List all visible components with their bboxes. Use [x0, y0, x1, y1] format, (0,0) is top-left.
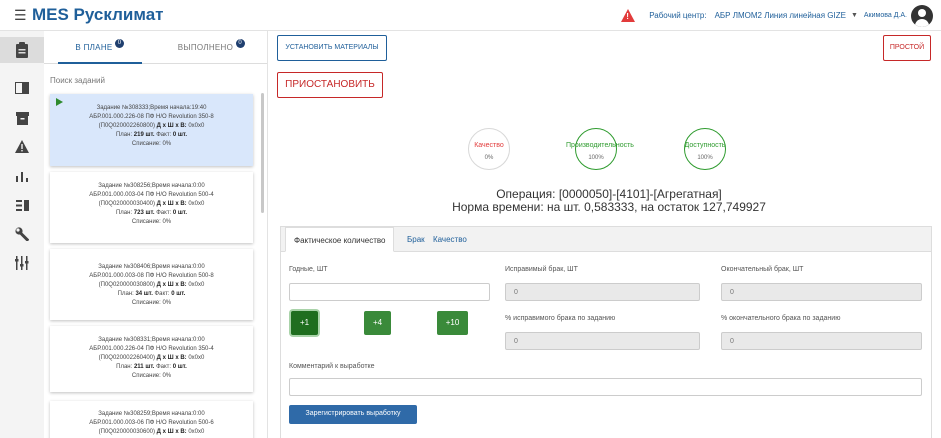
task-search-input[interactable]: Поиск заданий	[50, 76, 267, 85]
list-icon	[15, 199, 29, 211]
good-quantity-input[interactable]	[289, 283, 490, 301]
task-list-scrollbar[interactable]	[261, 93, 264, 213]
page-icon	[15, 82, 29, 94]
workcenter-label: Рабочий центр:	[649, 11, 707, 20]
sidebar-item-alerts[interactable]	[0, 133, 44, 159]
clipboard-icon	[16, 42, 28, 58]
warning-icon[interactable]: !	[621, 9, 636, 22]
performance-gauge-label: Производительность	[566, 142, 634, 149]
equalizer-icon	[15, 256, 29, 270]
quality-gauge-value: 0%	[484, 155, 494, 161]
good-quantity-label: Годные, ШТ	[289, 266, 328, 273]
time-norm: Норма времени: на шт. 0,583333, на остат…	[452, 200, 766, 214]
wrench-icon	[15, 227, 29, 241]
tab-actual-quantity[interactable]: Фактическое количество	[285, 227, 395, 252]
workcenter-select[interactable]: АБР ЛМОМ2 Линия линейная GIZE	[715, 11, 846, 20]
play-icon	[56, 98, 63, 106]
top-bar: ☰ MES Русклимат ! Рабочий центр: АБР ЛМО…	[0, 0, 941, 31]
add-10-button[interactable]: +10	[437, 311, 468, 335]
fixable-defect-label: Исправимый брак, ШТ	[505, 266, 578, 273]
main-area: УСТАНОВИТЬ МАТЕРИАЛЫ ПРОСТОЙ ПРИОСТАНОВИ…	[277, 31, 941, 438]
task-card[interactable]: Задание №308259;Время начала:0:00 АБР.00…	[50, 401, 253, 438]
final-percent-label: % окончательного брака по заданию	[721, 315, 841, 322]
planned-count-badge: 0	[115, 39, 125, 48]
sidebar-item-settings[interactable]	[0, 250, 44, 276]
availability-gauge-value: 100%	[697, 155, 713, 161]
task-list: Задание №308333;Время начала:19:40 АБР.0…	[44, 89, 268, 438]
app-title: MES Русклимат	[32, 5, 164, 24]
tab-planned[interactable]: В ПЛАНЕ 0	[44, 31, 156, 64]
sidebar-item-archive[interactable]	[0, 105, 44, 131]
set-materials-button[interactable]: УСТАНОВИТЬ МАТЕРИАЛЫ	[277, 35, 387, 61]
tab-defects[interactable]: Брак	[407, 227, 425, 252]
sidebar-item-list[interactable]	[0, 192, 44, 218]
availability-gauge: Доступность 100%	[684, 128, 726, 170]
chevron-down-icon[interactable]: ▼	[851, 12, 858, 19]
sidebar-item-stats[interactable]	[0, 163, 44, 189]
avatar[interactable]	[911, 4, 933, 27]
performance-gauge: Производительность 100%	[566, 128, 634, 170]
task-panel: В ПЛАНЕ 0 ВЫПОЛНЕНО 0 Поиск заданий Зада…	[44, 31, 268, 438]
tab-quality[interactable]: Качество	[433, 227, 467, 252]
add-1-button[interactable]: +1	[291, 311, 318, 335]
comment-input[interactable]	[289, 378, 922, 396]
task-card[interactable]: Задание №308406;Время начала:0:00 АБР.00…	[50, 249, 253, 320]
final-defect-label: Окончательный брак, ШТ	[721, 266, 804, 273]
task-card[interactable]: Задание №308333;Время начала:19:40 АБР.0…	[50, 94, 253, 166]
user-name[interactable]: Акимова Д.А.	[864, 12, 907, 19]
fixable-percent-label: % исправимого брака по заданию	[505, 315, 616, 322]
sidebar-item-maintenance[interactable]	[0, 221, 44, 247]
fixable-percent-input[interactable]: 0	[505, 332, 700, 350]
sidebar-item-documents[interactable]	[0, 75, 44, 101]
final-defect-input[interactable]: 0	[721, 283, 922, 301]
hamburger-icon[interactable]: ☰	[14, 7, 28, 24]
warning-icon	[15, 139, 29, 153]
task-tabs: В ПЛАНЕ 0 ВЫПОЛНЕНО 0	[44, 31, 267, 64]
suspend-button[interactable]: ПРИОСТАНОВИТЬ	[277, 72, 383, 98]
completed-count-badge: 0	[235, 39, 245, 48]
add-4-button[interactable]: +4	[364, 311, 391, 335]
register-output-button[interactable]: Зарегистрировать выработку	[289, 405, 417, 424]
sidebar	[0, 31, 44, 438]
task-card[interactable]: Задание №308331;Время начала:0:00 АБР.00…	[50, 326, 253, 392]
performance-gauge-value: 100%	[588, 155, 604, 161]
task-card[interactable]: Задание №308256;Время начала:0:00 АБР.00…	[50, 172, 253, 243]
quality-gauge-label: Качество	[474, 142, 504, 149]
final-percent-input[interactable]: 0	[721, 332, 922, 350]
production-panel: Фактическое количество Брак Качество Год…	[280, 226, 932, 438]
availability-gauge-label: Доступность	[684, 142, 726, 149]
fixable-defect-input[interactable]: 0	[505, 283, 700, 301]
header-right: ! Рабочий центр: АБР ЛМОМ2 Линия линейна…	[621, 0, 933, 31]
quality-gauge: Качество 0%	[468, 128, 510, 170]
comment-label: Комментарий к выработке	[289, 363, 375, 370]
archive-box-icon	[15, 111, 29, 125]
bar-chart-icon	[16, 172, 28, 182]
sidebar-item-tasks[interactable]	[0, 37, 44, 63]
panel-tabs: Фактическое количество Брак Качество	[281, 227, 931, 252]
tab-completed[interactable]: ВЫПОЛНЕНО 0	[156, 31, 268, 63]
downtime-button[interactable]: ПРОСТОЙ	[883, 35, 931, 61]
